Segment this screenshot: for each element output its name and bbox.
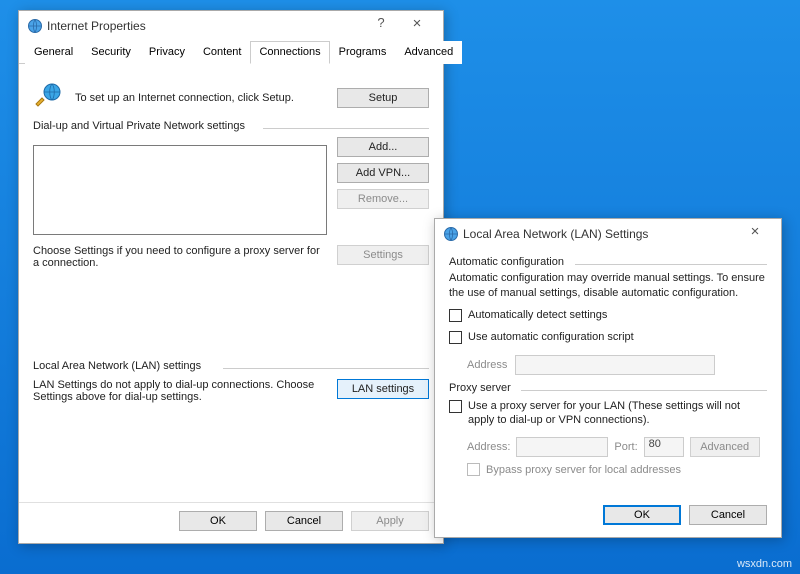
auto-config-legend: Automatic configuration	[449, 256, 570, 268]
auto-config-group: Automatic configuration Automatic config…	[449, 264, 767, 375]
lan-footer-buttons: OK Cancel	[435, 497, 781, 537]
dialup-group: Dial-up and Virtual Private Network sett…	[33, 128, 429, 269]
tab-privacy[interactable]: Privacy	[140, 41, 194, 64]
advanced-button: Advanced	[690, 437, 760, 457]
lan-cancel-button[interactable]: Cancel	[689, 505, 767, 525]
footer-buttons: OK Cancel Apply	[19, 502, 443, 543]
auto-detect-checkbox[interactable]: Automatically detect settings	[449, 309, 607, 322]
bypass-checkbox: Bypass proxy server for local addresses	[467, 463, 681, 476]
lan-settings-button[interactable]: LAN settings	[337, 379, 429, 399]
lan-titlebar: Local Area Network (LAN) Settings ×	[435, 219, 781, 249]
dialup-legend: Dial-up and Virtual Private Network sett…	[33, 120, 251, 132]
connections-listbox[interactable]	[33, 145, 327, 235]
connection-wizard-icon	[33, 80, 65, 115]
proxy-legend: Proxy server	[449, 382, 517, 394]
help-button[interactable]: ?	[363, 15, 399, 37]
tab-security[interactable]: Security	[82, 41, 140, 64]
proxy-address-label: Address:	[467, 441, 510, 453]
tab-programs[interactable]: Programs	[330, 41, 396, 64]
lan-legend: Local Area Network (LAN) settings	[33, 360, 207, 372]
auto-config-text: Automatic configuration may override man…	[449, 271, 767, 301]
auto-script-checkbox[interactable]: Use automatic configuration script	[449, 331, 634, 344]
setup-text: To set up an Internet connection, click …	[75, 92, 327, 104]
lan-group: Local Area Network (LAN) settings LAN Se…	[33, 368, 429, 403]
dialog-body: To set up an Internet connection, click …	[19, 64, 443, 411]
close-button[interactable]: ×	[399, 15, 435, 37]
add-button[interactable]: Add...	[337, 137, 429, 157]
tab-content[interactable]: Content	[194, 41, 251, 64]
titlebar: Internet Properties ? ×	[19, 11, 443, 41]
lan-body: Automatic configuration Automatic config…	[435, 249, 781, 487]
settings-button: Settings	[337, 245, 429, 265]
tab-general[interactable]: General	[25, 41, 82, 64]
globe-icon	[443, 226, 459, 242]
script-address-label: Address	[467, 359, 507, 371]
window-title: Internet Properties	[47, 19, 363, 33]
use-proxy-checkbox[interactable]: Use a proxy server for your LAN (These s…	[449, 399, 767, 428]
lan-close-button[interactable]: ×	[737, 223, 773, 245]
tab-strip: General Security Privacy Content Connect…	[19, 41, 443, 64]
cancel-button[interactable]: Cancel	[265, 511, 343, 531]
ok-button[interactable]: OK	[179, 511, 257, 531]
choose-settings-text: Choose Settings if you need to configure…	[33, 245, 327, 269]
proxy-address-input	[516, 437, 608, 457]
remove-button: Remove...	[337, 189, 429, 209]
lan-text: LAN Settings do not apply to dial-up con…	[33, 379, 327, 403]
watermark: wsxdn.com	[737, 558, 792, 570]
lan-window-title: Local Area Network (LAN) Settings	[463, 227, 737, 241]
lan-ok-button[interactable]: OK	[603, 505, 681, 525]
tab-connections[interactable]: Connections	[250, 41, 329, 64]
proxy-port-label: Port:	[614, 441, 637, 453]
proxy-port-input: 80	[644, 437, 684, 457]
globe-icon	[27, 18, 43, 34]
tab-advanced[interactable]: Advanced	[395, 41, 462, 64]
proxy-group: Proxy server Use a proxy server for your…	[449, 390, 767, 480]
apply-button: Apply	[351, 511, 429, 531]
lan-settings-window: Local Area Network (LAN) Settings × Auto…	[434, 218, 782, 538]
internet-properties-window: Internet Properties ? × General Security…	[18, 10, 444, 544]
add-vpn-button[interactable]: Add VPN...	[337, 163, 429, 183]
script-address-input	[515, 355, 715, 375]
setup-button[interactable]: Setup	[337, 88, 429, 108]
